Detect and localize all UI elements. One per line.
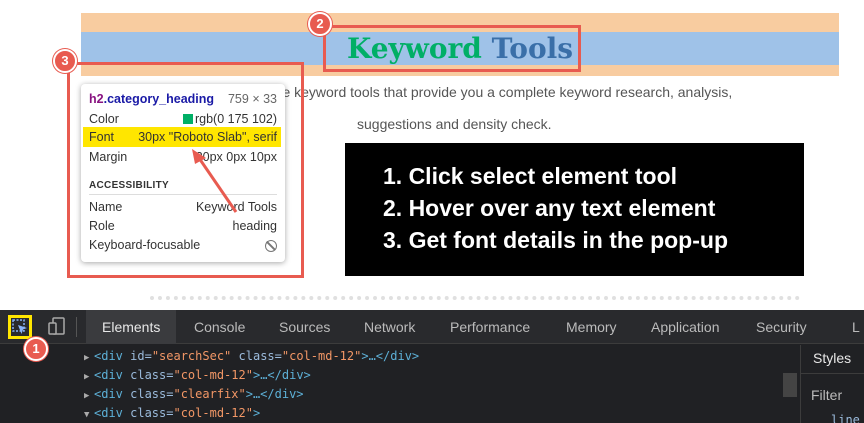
styles-fragment: line <box>831 413 860 423</box>
styles-filter-input[interactable]: Filter <box>811 387 842 403</box>
collapse-triangle-icon[interactable]: ▼ <box>84 406 94 423</box>
dom-scrollbar[interactable] <box>783 373 797 397</box>
tab-console[interactable]: Console <box>194 310 245 344</box>
intro-text-line2: suggestions and density check. <box>357 116 552 132</box>
select-element-icon <box>12 319 27 334</box>
tooltip-callout-box <box>67 62 304 278</box>
dom-node[interactable]: ▶ <div id="searchSec" class="col-md-12">…… <box>84 347 419 366</box>
tab-elements[interactable]: Elements <box>86 310 177 344</box>
styles-pane: Styles Filter line <box>800 345 864 423</box>
tab-security[interactable]: Security <box>756 310 807 344</box>
tab-more[interactable]: L <box>852 310 860 344</box>
dom-tree: ▶ <div id="searchSec" class="col-md-12">…… <box>0 345 800 423</box>
select-element-button[interactable] <box>8 315 32 339</box>
tab-application[interactable]: Application <box>651 310 720 344</box>
badge-3: 3 <box>53 49 77 73</box>
heading-callout-box <box>323 25 581 72</box>
tab-performance[interactable]: Performance <box>450 310 530 344</box>
dom-node[interactable]: ▶ <div class="clearfix">…</div> <box>84 385 304 404</box>
badge-2: 2 <box>308 12 332 36</box>
intro-text-line1: ree keyword tools that provide you a com… <box>270 84 733 100</box>
web-page: Keyword Tools ree keyword tools that pro… <box>0 0 864 310</box>
instruction-2: 2. Hover over any text element <box>383 195 716 221</box>
dom-node[interactable]: ▼ <div class="col-md-12"> <box>84 404 260 423</box>
device-toggle-icon <box>48 317 65 335</box>
faded-content <box>150 296 800 306</box>
instruction-3: 3. Get font details in the pop-up <box>383 227 728 253</box>
devtools-toolbar: Elements Console Sources Network Perform… <box>0 310 864 344</box>
tab-styles[interactable]: Styles <box>813 350 851 366</box>
devtools-panel: Elements Console Sources Network Perform… <box>0 310 864 423</box>
dom-node[interactable]: ▶ <div class="col-md-12">…</div> <box>84 366 311 385</box>
tab-network[interactable]: Network <box>364 310 415 344</box>
tab-sources[interactable]: Sources <box>279 310 330 344</box>
instructions-box: 1. Click select element tool 2. Hover ov… <box>345 143 804 276</box>
device-toolbar-button[interactable] <box>46 315 70 339</box>
tab-memory[interactable]: Memory <box>566 310 617 344</box>
badge-1: 1 <box>24 337 48 361</box>
instruction-1: 1. Click select element tool <box>383 163 678 189</box>
toolbar-separator <box>76 317 77 337</box>
styles-divider <box>801 373 864 374</box>
